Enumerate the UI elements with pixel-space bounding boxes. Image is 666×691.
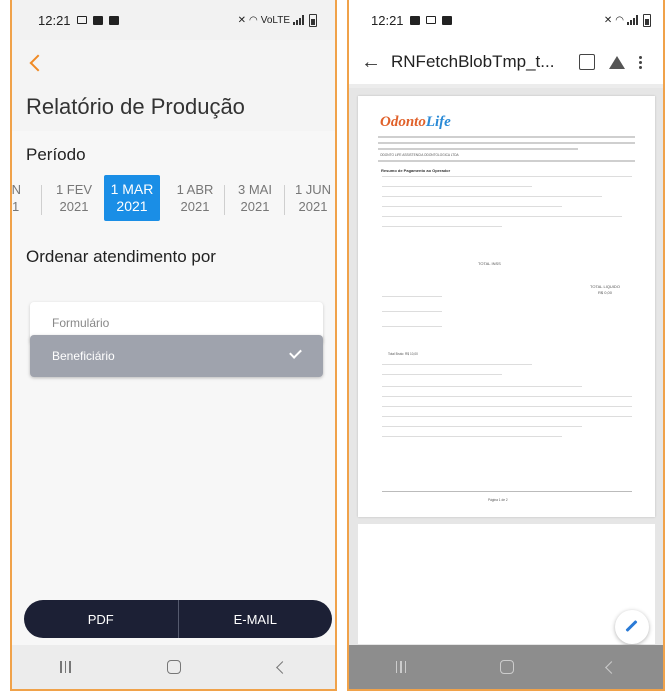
home-icon[interactable] [167, 660, 182, 674]
wifi-icon: ◠ [248, 14, 258, 26]
recent-apps-icon[interactable] [395, 661, 407, 673]
android-nav-bar [349, 645, 663, 689]
back-arrow-icon[interactable]: ← [361, 51, 387, 74]
month-selector[interactable]: AN 21 1 FEV 2021 1 MAR 2021 1 ABR 2021 3… [12, 175, 335, 225]
check-icon [289, 346, 302, 359]
month-item-selected[interactable]: 1 MAR 2021 [104, 175, 160, 221]
signal-icon [293, 15, 304, 25]
divider [41, 185, 42, 215]
signal-icon [627, 15, 638, 25]
gallery-icon [92, 15, 103, 25]
nav-back-icon[interactable] [605, 660, 619, 674]
operadora-text: ODONTO LIFE ASSISTENCIA ODONTOLOGICA LTD… [380, 153, 459, 157]
pdf-page-2 [358, 524, 655, 644]
mute-icon: ✕ [603, 14, 613, 26]
status-time: 12:21 [371, 12, 404, 28]
option-beneficiario[interactable]: Beneficiário [30, 335, 323, 377]
pdf-button[interactable]: PDF [24, 600, 178, 638]
periodo-label: Período [26, 145, 86, 164]
cast-icon [76, 16, 87, 24]
total-bruto: Total Bruto: R$ 10,00 [388, 352, 418, 356]
find-in-page-icon[interactable] [579, 54, 595, 70]
back-chevron-icon[interactable] [29, 54, 47, 71]
export-buttons: PDF E-MAIL [24, 600, 332, 638]
gallery-icon [409, 15, 420, 25]
mute-icon: ✕ [237, 14, 246, 26]
nav-back-icon[interactable] [275, 660, 289, 674]
drive-icon[interactable] [609, 55, 625, 69]
cast-icon [425, 16, 436, 24]
file-title: RNFetchBlobTmp_t... [391, 52, 555, 71]
total-inss: TOTAL INSS [478, 261, 501, 266]
total-liquido: TOTAL LIQUIDO [590, 284, 620, 289]
right-phone-screen: 12:21 ✕ ◠ ← RNFetchBlobTmp_t... OdontoLi… [347, 0, 665, 691]
android-nav-bar [12, 645, 335, 689]
wifi-icon: ◠ [615, 14, 624, 26]
month-item[interactable]: 3 MAI 2021 [227, 175, 283, 221]
more-vert-icon[interactable] [639, 55, 642, 69]
viewer-toolbar: ← RNFetchBlobTmp_t... [349, 40, 663, 84]
odontolife-logo: OdontoLife [380, 114, 451, 130]
status-time: 12:21 [38, 12, 71, 28]
recent-apps-icon[interactable] [60, 661, 71, 673]
month-item[interactable]: AN 21 [12, 175, 40, 221]
page-title: Relatório de Produção [26, 94, 245, 119]
month-item[interactable]: 1 FEV 2021 [46, 175, 102, 221]
resumo-label: Resumo de Pagamento ao Operador [381, 168, 451, 173]
home-icon[interactable] [499, 660, 514, 674]
email-button[interactable]: E-MAIL [179, 600, 333, 638]
status-bar: 12:21 ✕ ◠ [349, 0, 663, 40]
edit-fab-icon[interactable] [615, 610, 649, 644]
month-item[interactable]: 1 ABR 2021 [167, 175, 223, 221]
pdf-page-1: OdontoLife ODONTO LIFE ASSISTENCIA ODONT… [358, 96, 655, 517]
page-number: Página 1 de 2 [488, 498, 508, 502]
youtube-icon [441, 15, 452, 25]
month-item[interactable]: 1 JUN 2021 [285, 175, 335, 221]
status-bar: 12:21 ✕ ◠ VoLTE [12, 0, 335, 40]
network-label: VoLTE [260, 14, 290, 26]
ordenar-label: Ordenar atendimento por [26, 247, 216, 266]
battery-icon [309, 13, 317, 27]
battery-icon [643, 13, 651, 27]
divider [224, 185, 225, 215]
youtube-icon [108, 15, 119, 25]
left-phone-screen: 12:21 ✕ ◠ VoLTE Relatório de Produção Pe… [10, 0, 337, 691]
total-liquido-value: R$ 0,00 [598, 290, 613, 295]
pdf-viewer[interactable]: OdontoLife ODONTO LIFE ASSISTENCIA ODONT… [349, 88, 663, 645]
